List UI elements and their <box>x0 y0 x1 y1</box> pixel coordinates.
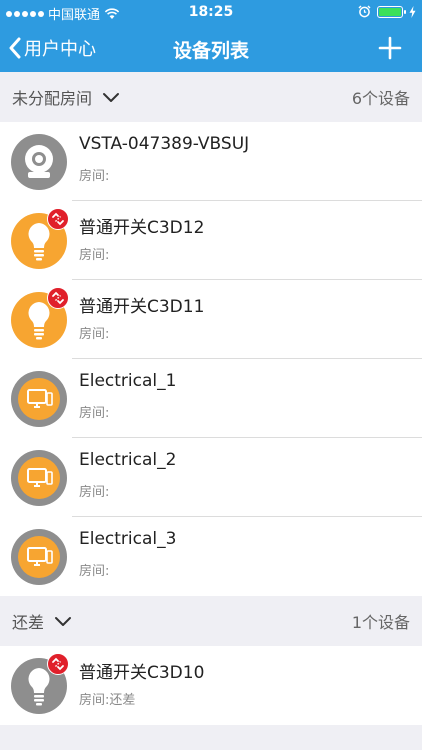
room-label: 房间: <box>79 564 110 579</box>
add-device-button[interactable] <box>376 34 404 62</box>
room-value: 还差 <box>109 693 136 708</box>
chevron-down-icon <box>55 617 72 626</box>
device-row[interactable]: Electrical_1 房间: <box>0 359 422 438</box>
room-label: 房间: <box>79 485 110 500</box>
device-room: 房间:还差 <box>79 689 135 708</box>
section-device-count: 1个设备 <box>351 613 410 632</box>
monitor-icon <box>11 529 67 585</box>
device-room: 房间: <box>79 481 109 500</box>
app-header: 中国联通 18:25 用户中心 设备列表 <box>0 0 422 72</box>
section-header-unassigned[interactable]: 未分配房间 6个设备 <box>0 72 422 122</box>
link-broken-icon <box>47 287 69 309</box>
section-device-count: 6个设备 <box>351 89 410 108</box>
alarm-clock-icon <box>358 5 371 18</box>
room-label: 房间: <box>79 248 110 263</box>
device-row[interactable]: Electrical_3 房间: <box>0 517 422 596</box>
link-broken-icon <box>47 653 69 675</box>
device-list-unassigned: VSTA-047389-VBSUJ 房间: 普通开关C3D12 房间: 普通开关… <box>0 122 422 596</box>
device-room: 房间: <box>79 165 109 184</box>
device-room: 房间: <box>79 244 109 263</box>
monitor-icon <box>11 371 67 427</box>
device-row[interactable]: 普通开关C3D12 房间: <box>0 201 422 280</box>
battery-icon <box>377 5 406 18</box>
back-button-label: 用户中心 <box>24 39 96 60</box>
back-button[interactable]: 用户中心 <box>8 34 96 62</box>
device-name: 普通开关C3D10 <box>79 663 205 683</box>
camera-icon <box>11 134 67 190</box>
device-row[interactable]: Electrical_2 房间: <box>0 438 422 517</box>
section-name: 还差 <box>12 613 45 632</box>
status-bar: 中国联通 18:25 <box>0 0 422 24</box>
section-name: 未分配房间 <box>12 89 93 108</box>
chevron-left-icon <box>9 37 21 59</box>
chevron-down-icon <box>103 93 120 102</box>
device-name: Electrical_1 <box>79 371 177 391</box>
plus-icon <box>378 36 402 60</box>
link-broken-icon <box>47 208 69 230</box>
monitor-icon <box>11 450 67 506</box>
section-header-room[interactable]: 还差 1个设备 <box>0 596 422 646</box>
device-name: VSTA-047389-VBSUJ <box>79 134 250 154</box>
device-name: Electrical_3 <box>79 529 177 549</box>
device-list-room: 普通开关C3D10 房间:还差 <box>0 646 422 725</box>
device-name: Electrical_2 <box>79 450 177 470</box>
device-room: 房间: <box>79 402 109 421</box>
device-name: 普通开关C3D11 <box>79 297 205 317</box>
room-label: 房间: <box>79 169 110 184</box>
device-row[interactable]: VSTA-047389-VBSUJ 房间: <box>0 122 422 201</box>
device-room: 房间: <box>79 560 109 579</box>
device-name: 普通开关C3D12 <box>79 218 205 238</box>
room-label: 房间: <box>79 327 110 342</box>
device-row[interactable]: 普通开关C3D10 房间:还差 <box>0 646 422 725</box>
room-label: 房间: <box>79 406 110 421</box>
room-label: 房间: <box>79 693 110 708</box>
charging-icon <box>409 5 416 18</box>
device-room: 房间: <box>79 323 109 342</box>
status-right <box>358 5 416 18</box>
device-row[interactable]: 普通开关C3D11 房间: <box>0 280 422 359</box>
